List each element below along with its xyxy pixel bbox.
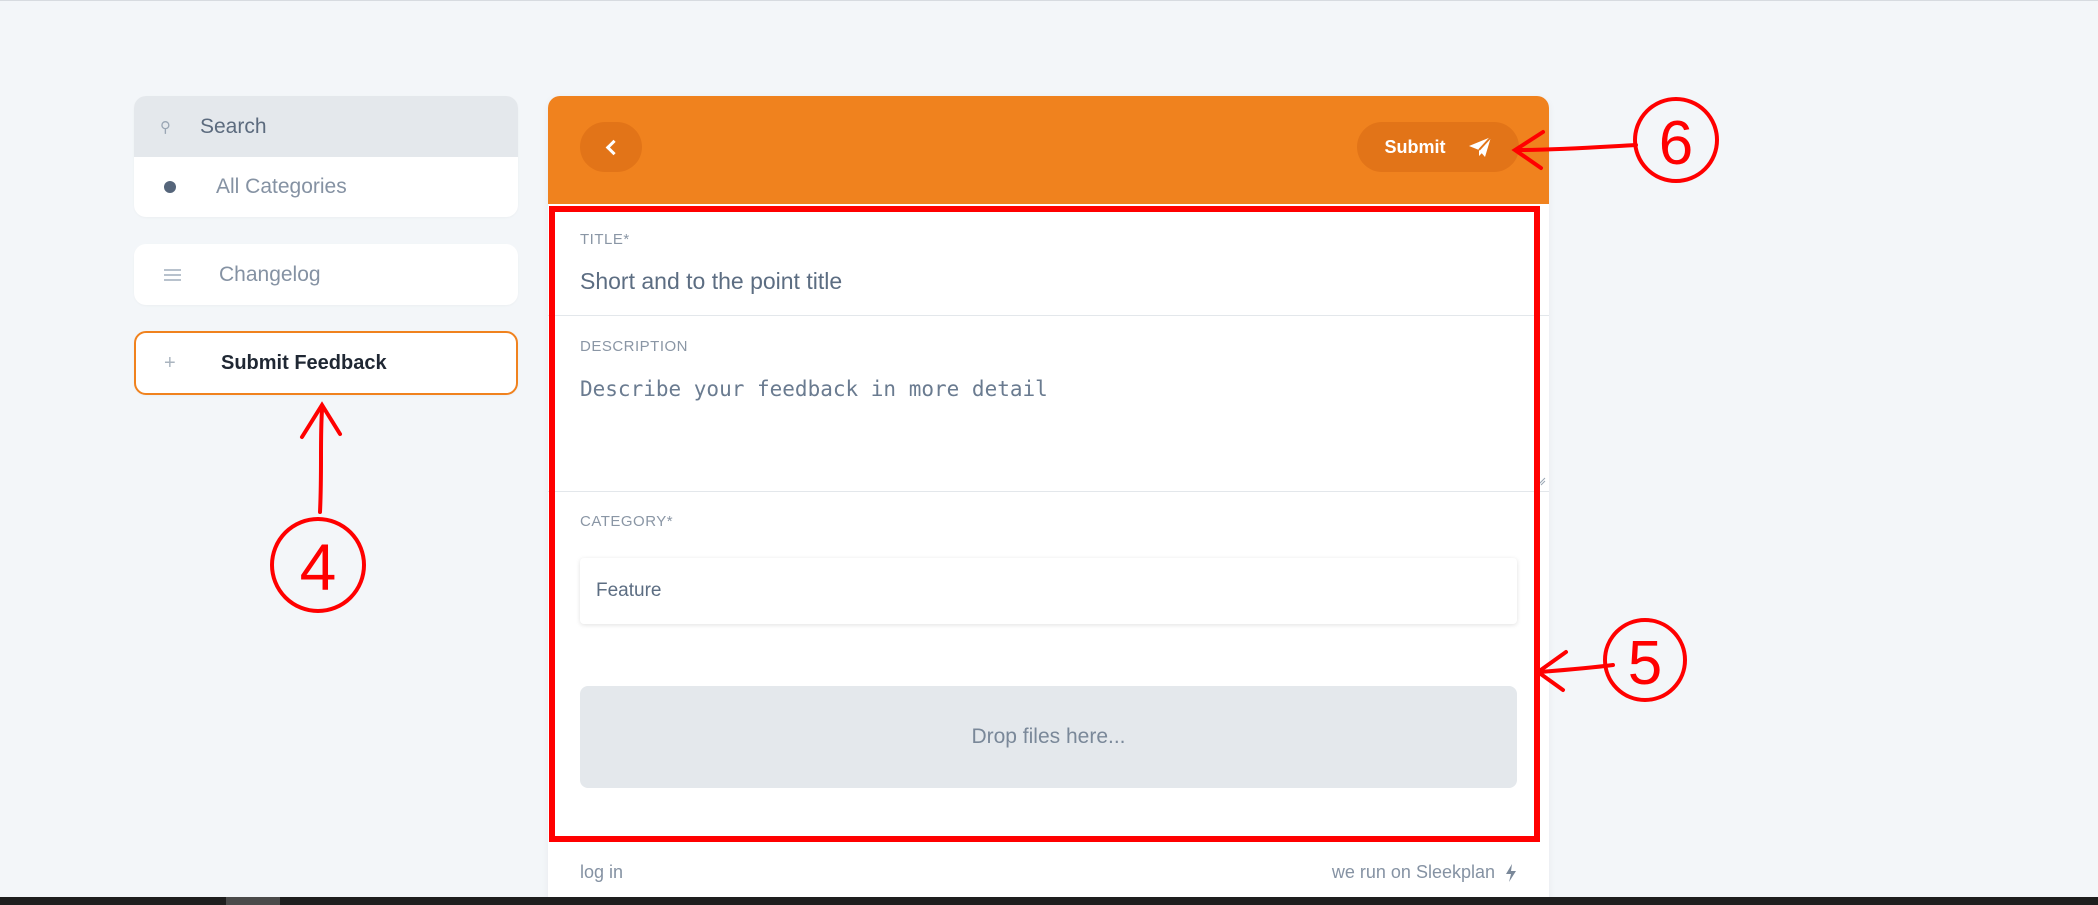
search-card: ⚲ Search All Categories: [134, 96, 518, 217]
annotation-arrow-4: [300, 401, 342, 514]
annotation-arrow-5: [1534, 650, 1615, 692]
submit-button-label: Submit: [1384, 136, 1446, 157]
submit-button[interactable]: Submit: [1357, 122, 1519, 172]
description-divider: [548, 491, 1549, 492]
plus-icon: +: [164, 352, 176, 374]
category-dot-icon: [164, 181, 176, 193]
list-icon: [164, 268, 181, 281]
title-divider: [548, 315, 1549, 316]
category-select[interactable]: Feature: [580, 558, 1517, 624]
login-link[interactable]: log in: [580, 862, 623, 883]
window-top-border: [0, 0, 2098, 1]
description-label: DESCRIPTION: [580, 338, 689, 355]
taskbar-segment: [226, 897, 280, 905]
taskbar-strip: [0, 897, 2098, 905]
annotation-marker-4: 4: [300, 530, 337, 604]
all-categories-label: All Categories: [216, 175, 347, 198]
all-categories-item[interactable]: All Categories: [134, 157, 518, 217]
submit-feedback-label: Submit Feedback: [221, 351, 387, 374]
annotation-circle-4: [270, 517, 366, 613]
panel-header: Submit: [548, 96, 1549, 204]
powered-by-link[interactable]: we run on Sleekplan: [1332, 862, 1517, 883]
annotation-marker-6: 6: [1659, 109, 1693, 178]
title-label: TITLE*: [580, 231, 630, 248]
file-dropzone[interactable]: Drop files here...: [580, 686, 1517, 788]
dropzone-label: Drop files here...: [971, 725, 1126, 748]
bolt-icon: [1506, 863, 1516, 882]
submit-feedback-item[interactable]: + Submit Feedback: [134, 331, 518, 395]
annotation-marker-5: 5: [1628, 629, 1662, 698]
search-icon: ⚲: [160, 118, 171, 136]
resize-handle-icon[interactable]: [1536, 476, 1546, 486]
paper-plane-icon: [1468, 136, 1492, 157]
category-selected-value: Feature: [596, 580, 662, 601]
changelog-label: Changelog: [219, 262, 321, 286]
title-input[interactable]: Short and to the point title: [580, 268, 842, 295]
chevron-left-icon: [605, 139, 622, 155]
changelog-item[interactable]: Changelog: [134, 244, 518, 305]
annotation-circle-5: [1603, 618, 1687, 702]
category-label: CATEGORY*: [580, 513, 674, 530]
search-input[interactable]: ⚲ Search: [134, 96, 518, 157]
powered-by-label: we run on Sleekplan: [1331, 862, 1495, 882]
description-textarea[interactable]: Describe your feedback in more detail: [580, 377, 1048, 401]
annotation-circle-6: [1633, 97, 1719, 183]
feedback-form-panel: Submit TITLE* Short and to the point tit…: [548, 96, 1549, 905]
search-placeholder: Search: [200, 114, 267, 138]
back-button[interactable]: [580, 122, 642, 172]
